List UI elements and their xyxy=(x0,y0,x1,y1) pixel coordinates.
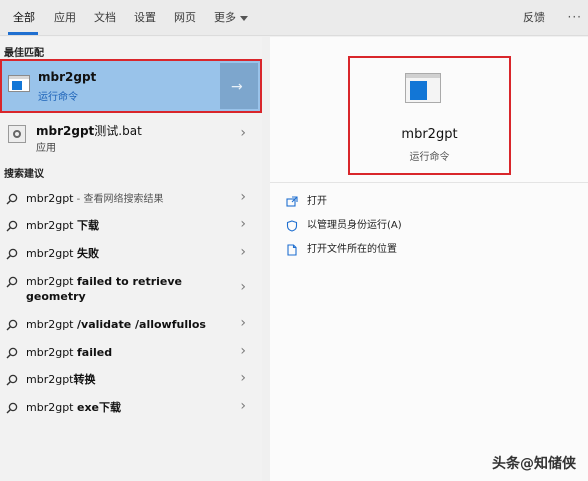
suggestion-item[interactable]: mbr2gpt failed to retrieve geometry › xyxy=(0,273,262,309)
best-match-item[interactable]: mbr2gpt 运行命令 → xyxy=(0,59,262,113)
shield-icon xyxy=(286,220,298,232)
app-result-item[interactable]: mbr2gpt测试.bat 应用 › xyxy=(0,119,262,155)
suggestion-item[interactable]: mbr2gpt exe下载 › xyxy=(0,398,262,421)
run-as-admin-action[interactable]: 以管理员身份运行(A) xyxy=(286,218,446,234)
tab-all[interactable]: 全部 xyxy=(13,10,35,26)
tab-web[interactable]: 网页 xyxy=(174,10,196,26)
best-match-title: mbr2gpt xyxy=(38,70,97,84)
chevron-right-icon[interactable]: › xyxy=(240,216,246,232)
open-file-location-label: 打开文件所在的位置 xyxy=(307,244,397,255)
expand-arrow-button[interactable]: → xyxy=(220,63,258,109)
active-tab-indicator xyxy=(8,32,38,35)
divider xyxy=(270,182,588,183)
arrow-right-icon: → xyxy=(231,79,243,95)
chevron-right-icon[interactable]: › xyxy=(240,279,246,295)
suggestion-item[interactable]: mbr2gpt failed › xyxy=(0,343,262,366)
best-match-subtitle: 运行命令 xyxy=(38,92,78,103)
suggestion-item[interactable]: mbr2gpt - 查看网络搜索结果 › xyxy=(0,189,262,212)
search-icon xyxy=(6,347,18,359)
run-as-admin-label: 以管理员身份运行(A) xyxy=(307,220,402,231)
search-icon xyxy=(6,220,18,232)
chevron-right-icon[interactable]: › xyxy=(240,125,246,141)
document-icon xyxy=(287,244,297,256)
chevron-down-icon xyxy=(240,15,248,21)
search-tab-bar: 全部 应用 文档 设置 网页 更多 反馈 ··· xyxy=(0,0,588,36)
watermark: 头条@知储侠 xyxy=(492,456,576,472)
tab-more[interactable]: 更多 xyxy=(214,10,248,26)
search-icon xyxy=(6,276,18,288)
more-options-icon[interactable]: ··· xyxy=(568,10,582,24)
open-file-location-action[interactable]: 打开文件所在的位置 xyxy=(286,242,446,258)
search-icon xyxy=(6,193,18,205)
tab-apps[interactable]: 应用 xyxy=(54,10,76,26)
chevron-right-icon[interactable]: › xyxy=(240,398,246,414)
suggestion-item[interactable]: mbr2gpt 下载 › xyxy=(0,216,262,239)
chevron-right-icon[interactable]: › xyxy=(240,315,246,331)
tab-settings[interactable]: 设置 xyxy=(134,10,156,26)
suggestion-item[interactable]: mbr2gpt 失败 › xyxy=(0,244,262,267)
search-icon xyxy=(6,248,18,260)
open-label: 打开 xyxy=(307,196,327,207)
run-command-icon xyxy=(405,73,441,103)
suggestions-heading: 搜索建议 xyxy=(4,169,44,180)
tab-more-label: 更多 xyxy=(214,11,236,24)
search-icon xyxy=(6,402,18,414)
search-icon xyxy=(6,374,18,386)
preview-subtitle: 运行命令 xyxy=(409,152,450,163)
run-command-icon xyxy=(8,75,30,92)
feedback-button[interactable]: 反馈 xyxy=(523,10,545,26)
preview-title: mbr2gpt xyxy=(401,127,458,142)
chevron-right-icon[interactable]: › xyxy=(240,343,246,359)
open-action[interactable]: 打开 xyxy=(286,194,406,210)
chevron-right-icon[interactable]: › xyxy=(240,370,246,386)
suggestion-item[interactable]: mbr2gpt /validate /allowfullos › xyxy=(0,315,262,338)
results-panel: 最佳匹配 mbr2gpt 运行命令 → mbr2gpt测试.bat 应用 › 搜… xyxy=(0,37,262,481)
suggestion-item[interactable]: mbr2gpt转换 › xyxy=(0,370,262,393)
open-icon xyxy=(286,196,298,207)
best-match-heading: 最佳匹配 xyxy=(4,48,44,59)
preview-panel: mbr2gpt 运行命令 打开 以管理员身份运行(A) 打开文件所在的位置 头条… xyxy=(270,37,588,481)
tab-documents[interactable]: 文档 xyxy=(94,10,116,26)
app-result-subtitle: 应用 xyxy=(36,143,56,154)
batch-file-icon xyxy=(8,125,26,143)
preview-card: mbr2gpt 运行命令 xyxy=(348,56,511,175)
app-result-title: mbr2gpt测试.bat xyxy=(36,124,142,138)
chevron-right-icon[interactable]: › xyxy=(240,244,246,260)
search-icon xyxy=(6,319,18,331)
chevron-right-icon[interactable]: › xyxy=(240,189,246,205)
